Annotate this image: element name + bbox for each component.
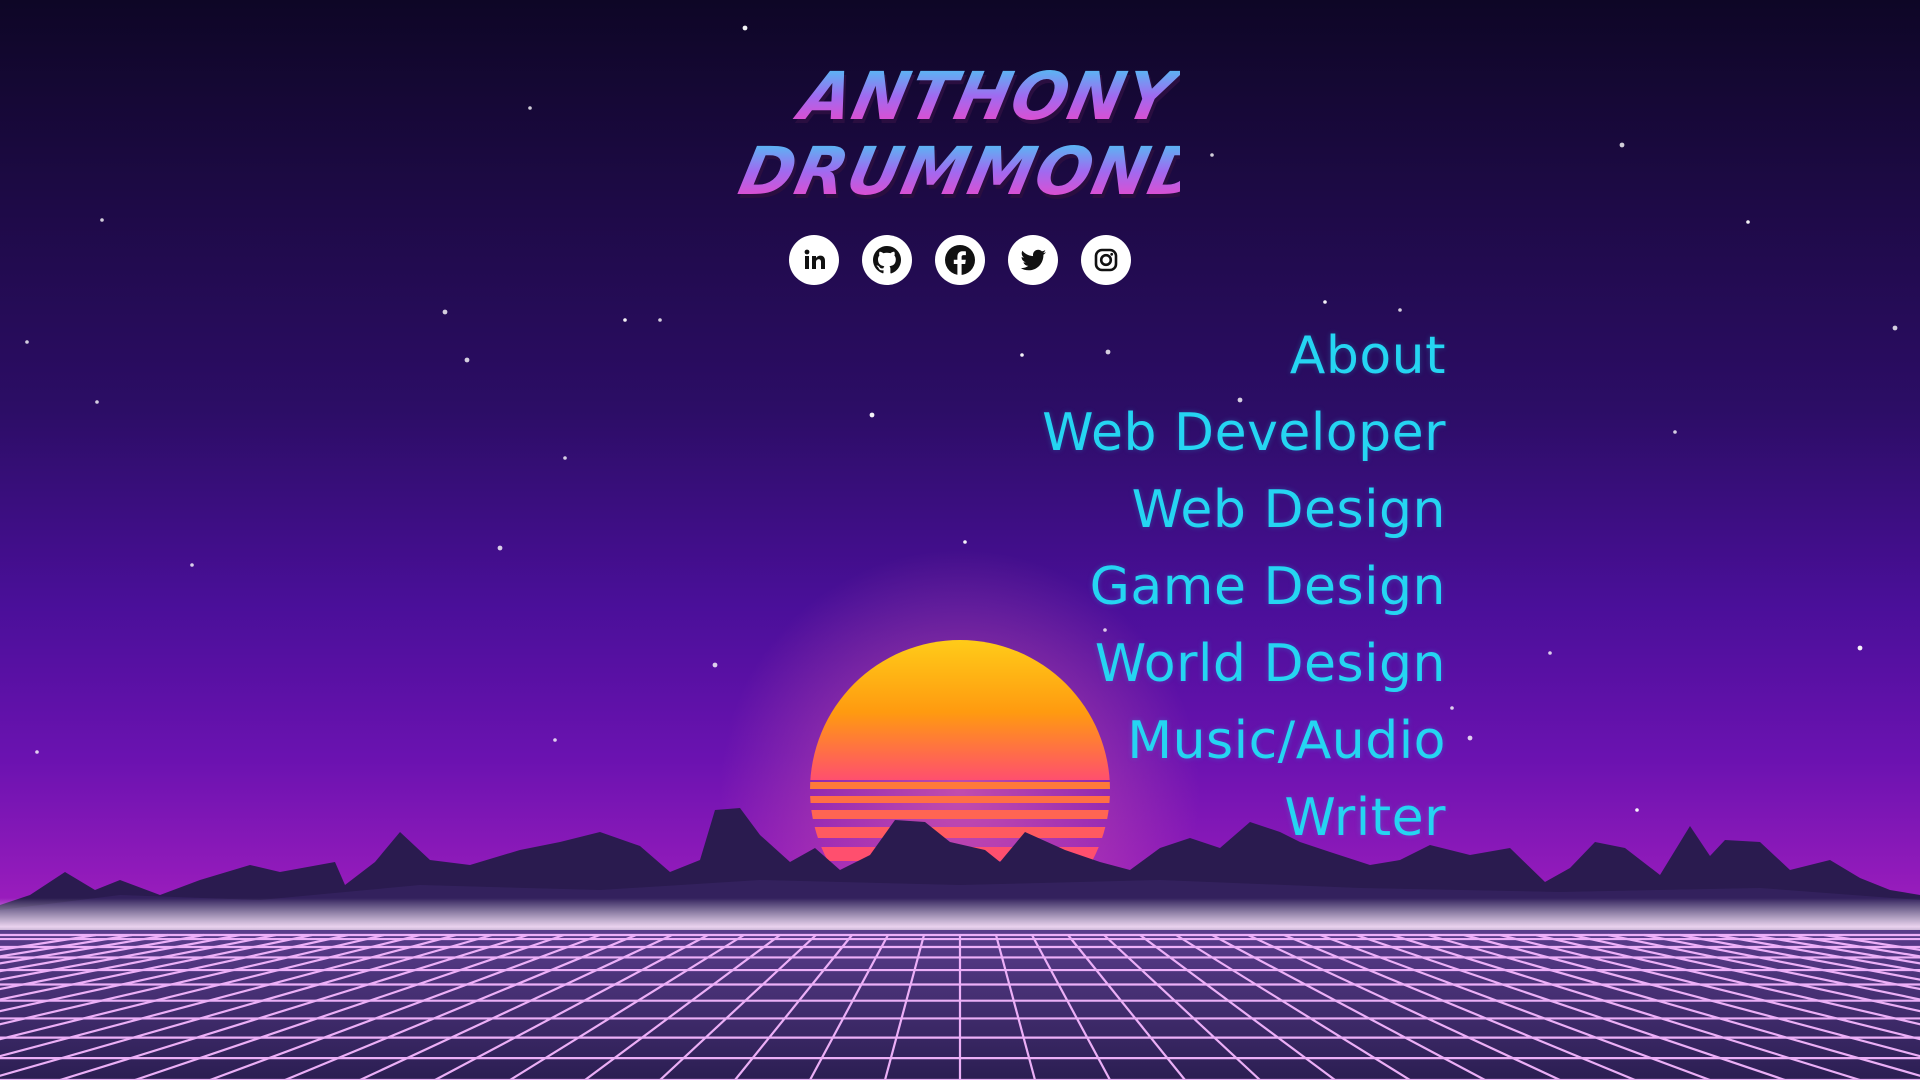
site-logo[interactable]: ANTHONY ANTHONY DRUMMOND DRUMMOND — [720, 48, 1180, 238]
star — [1398, 308, 1402, 312]
star — [1467, 735, 1473, 741]
star — [553, 738, 557, 742]
star — [1619, 142, 1625, 148]
twitter-icon — [1020, 249, 1046, 271]
facebook-icon — [945, 245, 975, 275]
instagram-link[interactable] — [1081, 235, 1131, 285]
star — [100, 218, 104, 222]
github-icon — [873, 246, 901, 274]
nav-web-design[interactable]: Web Design — [1132, 472, 1446, 549]
star — [712, 662, 718, 668]
logo-line-1: ANTHONY — [789, 58, 1180, 135]
star — [35, 750, 39, 754]
nav-web-developer[interactable]: Web Developer — [1042, 395, 1446, 472]
linkedin-icon — [804, 249, 825, 269]
star — [1323, 300, 1327, 304]
logo-line-2: DRUMMOND — [733, 133, 1180, 210]
star — [1746, 220, 1750, 224]
star — [1892, 325, 1898, 331]
star — [442, 309, 448, 315]
instagram-icon — [1094, 248, 1118, 272]
main-nav: About Web Developer Web Design Game Desi… — [1042, 318, 1446, 857]
star — [497, 545, 503, 551]
nav-game-design[interactable]: Game Design — [1090, 549, 1446, 626]
nav-writer[interactable]: Writer — [1284, 780, 1446, 857]
star — [1548, 651, 1552, 655]
star — [623, 318, 627, 322]
star — [528, 106, 532, 110]
star — [742, 25, 748, 31]
star — [25, 340, 29, 344]
twitter-link[interactable] — [1008, 235, 1058, 285]
nav-music-audio[interactable]: Music/Audio — [1127, 703, 1446, 780]
star — [190, 563, 194, 567]
synthwave-background: ANTHONY ANTHONY DRUMMOND DRUMMOND About … — [0, 0, 1920, 1080]
star — [563, 456, 567, 460]
nav-about[interactable]: About — [1290, 318, 1446, 395]
star — [1673, 430, 1677, 434]
star — [1450, 706, 1454, 710]
star — [95, 400, 99, 404]
social-links — [789, 235, 1131, 285]
star — [658, 318, 662, 322]
star — [1210, 153, 1214, 157]
star — [869, 412, 875, 418]
star — [1635, 808, 1639, 812]
github-link[interactable] — [862, 235, 912, 285]
star — [1857, 645, 1863, 651]
facebook-link[interactable] — [935, 235, 985, 285]
star — [464, 357, 470, 363]
star — [963, 540, 967, 544]
nav-world-design[interactable]: World Design — [1095, 626, 1446, 703]
star — [1020, 353, 1024, 357]
linkedin-link[interactable] — [789, 235, 839, 285]
